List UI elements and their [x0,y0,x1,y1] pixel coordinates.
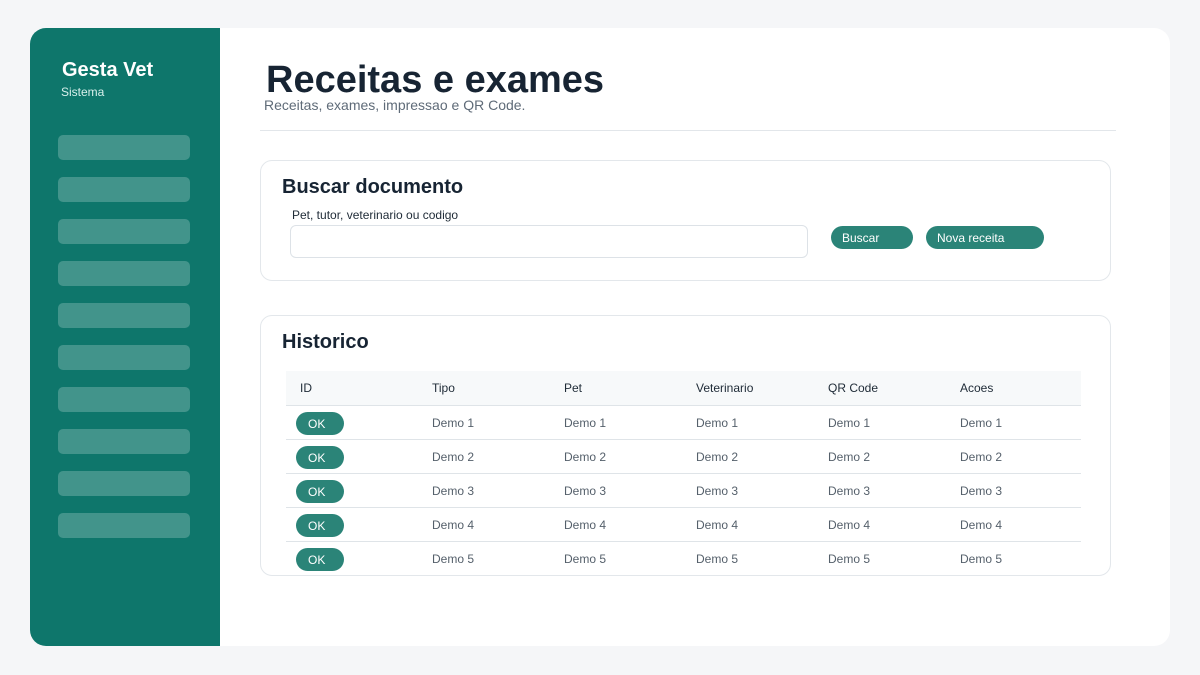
cell-veterinario: Demo 1 [696,415,739,430]
cell-tipo: Demo 3 [432,483,475,498]
cell-veterinario: Demo 3 [696,483,739,498]
history-card: Historico ID Tipo Pet Veterinario QR Cod… [260,315,1111,576]
cell-tipo: Demo 4 [432,517,475,532]
search-button[interactable]: Buscar [831,226,913,249]
sidebar-item-6[interactable] [58,345,190,370]
row-ok-button[interactable]: OK [296,548,344,571]
search-field-label: Pet, tutor, veterinario ou codigo [292,208,459,222]
cell-qr-code: Demo 4 [828,517,871,532]
cell-qr-code: Demo 2 [828,449,871,464]
cell-tipo: Demo 2 [432,449,475,464]
row-ok-button[interactable]: OK [296,514,344,537]
sidebar-item-1[interactable] [58,135,190,160]
sidebar-item-4[interactable] [58,261,190,286]
column-header-qr-code: QR Code [828,381,879,395]
cell-qr-code: Demo 1 [828,415,871,430]
cell-acoes: Demo 4 [960,517,1003,532]
sidebar-item-9[interactable] [58,471,190,496]
table-row: OK Demo 3 Demo 3 Demo 3 Demo 3 Demo 3 [286,474,1081,508]
header-divider [260,130,1116,131]
new-prescription-button[interactable]: Nova receita [926,226,1044,249]
column-header-pet: Pet [564,381,583,395]
table-header: ID Tipo Pet Veterinario QR Code Acoes [286,371,1081,406]
cell-acoes: Demo 3 [960,483,1003,498]
sidebar-item-3[interactable] [58,219,190,244]
app-frame: Gesta Vet Sistema Receitas e exames Rece… [30,28,1170,646]
sidebar-item-10[interactable] [58,513,190,538]
search-card-title: Buscar documento [282,176,464,198]
cell-tipo: Demo 5 [432,551,475,566]
row-ok-button[interactable]: OK [296,446,344,469]
sidebar-item-2[interactable] [58,177,190,202]
cell-veterinario: Demo 4 [696,517,739,532]
table-row: OK Demo 1 Demo 1 Demo 1 Demo 1 Demo 1 [286,406,1081,440]
cell-pet: Demo 2 [564,449,607,464]
page-subtitle: Receitas, exames, impressao e QR Code. [264,97,526,113]
cell-acoes: Demo 1 [960,415,1003,430]
table-row: OK Demo 2 Demo 2 Demo 2 Demo 2 Demo 2 [286,440,1081,474]
table-row: OK Demo 5 Demo 5 Demo 5 Demo 5 Demo 5 [286,542,1081,575]
sidebar-item-7[interactable] [58,387,190,412]
cell-qr-code: Demo 5 [828,551,871,566]
cell-veterinario: Demo 2 [696,449,739,464]
table-row: OK Demo 4 Demo 4 Demo 4 Demo 4 Demo 4 [286,508,1081,542]
cell-qr-code: Demo 3 [828,483,871,498]
history-card-title: Historico [282,331,369,353]
column-header-veterinario: Veterinario [696,381,754,395]
cell-veterinario: Demo 5 [696,551,739,566]
history-table: ID Tipo Pet Veterinario QR Code Acoes OK… [286,371,1081,575]
app-name: Gesta Vet [62,59,154,81]
row-ok-button[interactable]: OK [296,412,344,435]
cell-acoes: Demo 5 [960,551,1003,566]
sidebar: Gesta Vet Sistema [30,28,220,646]
cell-pet: Demo 3 [564,483,607,498]
cell-pet: Demo 4 [564,517,607,532]
sidebar-item-8[interactable] [58,429,190,454]
cell-pet: Demo 5 [564,551,607,566]
search-input[interactable] [290,225,808,258]
sidebar-item-5[interactable] [58,303,190,328]
column-header-id: ID [300,381,312,395]
page-title: Receitas e exames [266,59,605,101]
row-ok-button[interactable]: OK [296,480,344,503]
sidebar-nav [58,135,190,555]
column-header-acoes: Acoes [960,381,994,395]
cell-pet: Demo 1 [564,415,607,430]
search-card: Buscar documento Pet, tutor, veterinario… [260,160,1111,281]
app-subtitle: Sistema [61,85,105,99]
column-header-tipo: Tipo [432,381,455,395]
cell-tipo: Demo 1 [432,415,475,430]
cell-acoes: Demo 2 [960,449,1003,464]
